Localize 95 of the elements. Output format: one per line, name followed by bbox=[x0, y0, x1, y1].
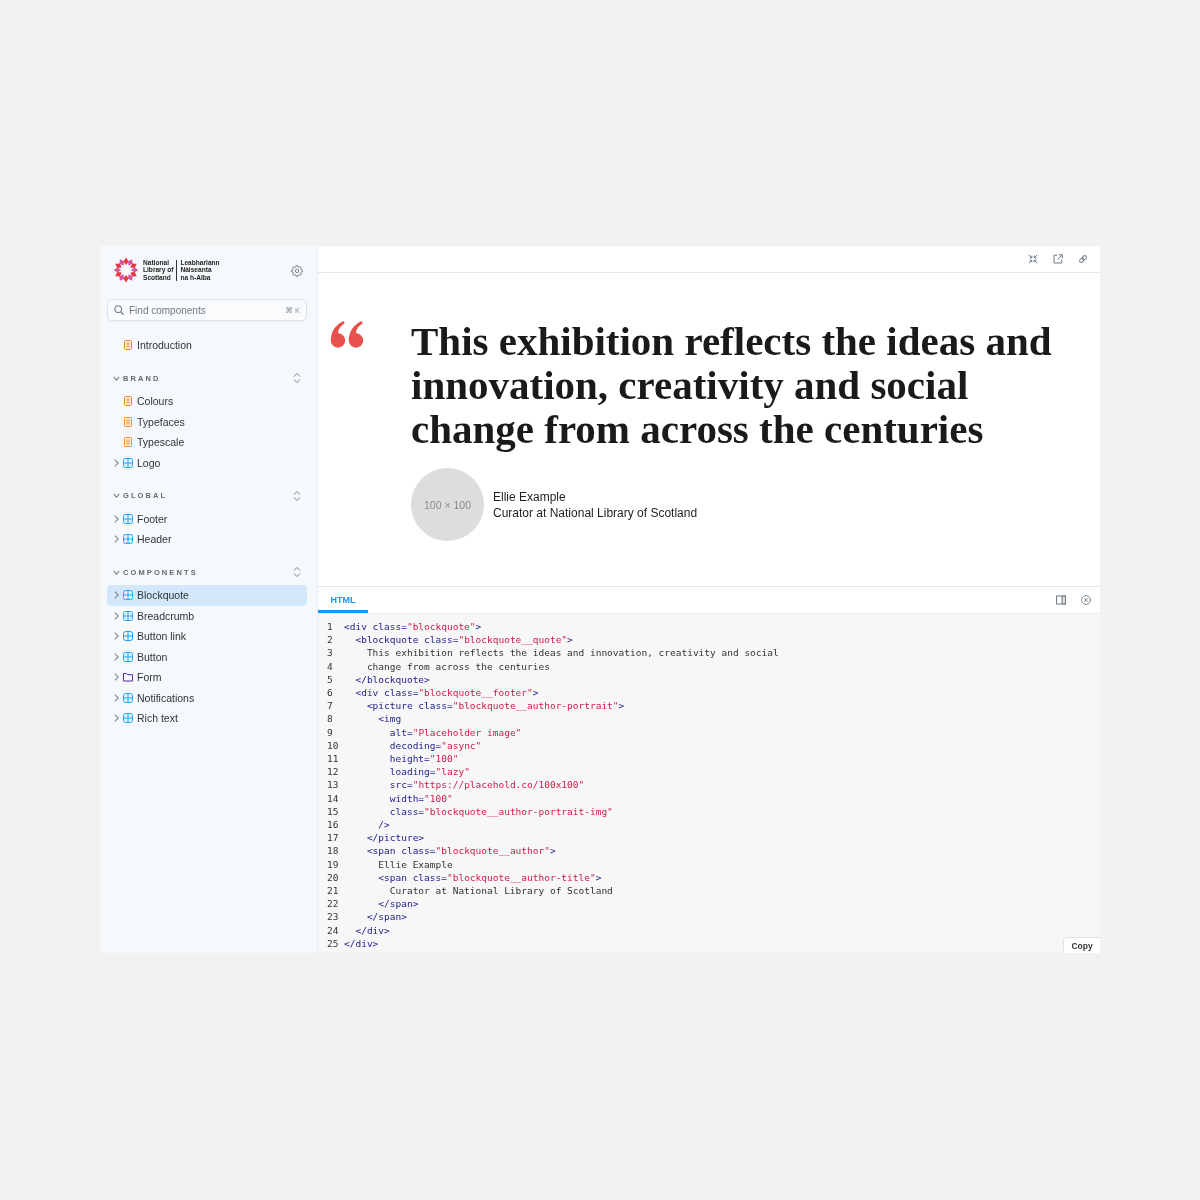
code-line: alt="Placeholder image" bbox=[389, 725, 522, 739]
line-number: 3 bbox=[327, 646, 334, 660]
tree-item[interactable]: Rich text bbox=[107, 708, 307, 729]
tree-item[interactable]: Logo bbox=[107, 452, 307, 473]
expand-collapse-icon[interactable] bbox=[293, 566, 301, 578]
line-number: 16 bbox=[327, 818, 340, 832]
code-line: width="100" bbox=[389, 791, 453, 805]
line-number: 2 bbox=[327, 633, 334, 647]
code-line: <img bbox=[378, 712, 402, 726]
line-number: 24 bbox=[327, 923, 340, 937]
close-icon[interactable] bbox=[1081, 595, 1091, 605]
folder-icon bbox=[123, 672, 133, 683]
code-line: <span class="blockquote__author"> bbox=[366, 844, 556, 858]
line-number: 17 bbox=[327, 831, 340, 845]
line-number: 5 bbox=[327, 672, 334, 686]
line-number: 6 bbox=[327, 686, 334, 700]
line-number: 1 bbox=[327, 620, 334, 634]
code-line: </span> bbox=[378, 897, 419, 911]
code-line: height="100" bbox=[389, 752, 459, 766]
line-number: 18 bbox=[327, 844, 340, 858]
line-number: 14 bbox=[327, 791, 340, 805]
code-line: Ellie Example bbox=[378, 857, 453, 871]
line-number: 13 bbox=[327, 778, 340, 792]
component-icon bbox=[123, 610, 133, 621]
document-icon bbox=[123, 437, 133, 448]
author-name: Ellie Example bbox=[493, 488, 567, 505]
line-number: 7 bbox=[327, 699, 334, 713]
line-number: 11 bbox=[327, 752, 340, 766]
code-line: <blockquote class="blockquote__quote"> bbox=[355, 633, 573, 647]
tree-item[interactable]: Typefaces bbox=[107, 411, 307, 432]
settings-icon[interactable] bbox=[291, 265, 303, 277]
copy-button[interactable]: Copy bbox=[1063, 937, 1100, 953]
code-line: </picture> bbox=[366, 831, 425, 845]
code-line: loading="lazy" bbox=[389, 765, 470, 779]
external-link-icon[interactable] bbox=[1053, 254, 1063, 264]
code-line: change from across the centuries bbox=[366, 659, 550, 673]
code-line: <div class="blockquote__footer"> bbox=[355, 686, 539, 700]
code-line: <picture class="blockquote__author-portrait"> bbox=[366, 699, 625, 713]
placeholder-label: 100 × 100 bbox=[424, 498, 471, 511]
line-number: 8 bbox=[327, 712, 334, 726]
tree-item[interactable]: Typescale bbox=[107, 432, 307, 453]
tree-item[interactable]: Blockquote bbox=[107, 585, 307, 606]
quote-text: This exhibition reflects the ideas and innovation, creativity and social change from across the centuries bbox=[411, 319, 1053, 451]
quote-mark-icon bbox=[330, 320, 364, 348]
tree-item[interactable]: Button bbox=[107, 646, 307, 667]
line-number: 22 bbox=[327, 897, 340, 911]
tree-item[interactable]: Introduction bbox=[107, 335, 307, 356]
tree-item[interactable]: Button link bbox=[107, 626, 307, 647]
document-icon bbox=[123, 340, 133, 351]
logo-icon bbox=[113, 257, 139, 283]
component-icon bbox=[123, 534, 133, 545]
tree-item[interactable]: Footer bbox=[107, 508, 307, 529]
component-icon bbox=[123, 513, 133, 524]
tree-item[interactable]: Form bbox=[107, 667, 307, 688]
code-line: <div class="blockquote"> bbox=[344, 620, 482, 634]
line-number: 4 bbox=[327, 659, 334, 673]
component-icon bbox=[123, 713, 133, 724]
line-number: 20 bbox=[327, 870, 340, 885]
code-line: This exhibition reflects the ideas and innovation, creativity and social bbox=[366, 646, 779, 660]
line-number: 9 bbox=[327, 725, 334, 739]
author-title: Curator at National Library of Scotland bbox=[493, 504, 698, 521]
code-line: </div> bbox=[355, 923, 390, 937]
tree-item[interactable]: Colours bbox=[107, 391, 307, 412]
document-icon bbox=[123, 396, 133, 407]
component-icon bbox=[123, 590, 133, 601]
component-icon bbox=[123, 651, 133, 662]
tree-item[interactable]: Notifications bbox=[107, 687, 307, 708]
line-number: 12 bbox=[327, 765, 340, 779]
component-icon bbox=[123, 631, 133, 642]
line-number: 10 bbox=[327, 738, 340, 753]
code-line: decoding="async" bbox=[389, 738, 482, 753]
component-icon bbox=[123, 457, 133, 468]
tree-item[interactable]: Breadcrumb bbox=[107, 605, 307, 626]
search-icon bbox=[114, 305, 124, 315]
code-line: /> bbox=[378, 818, 390, 832]
code-line: </blockquote> bbox=[355, 672, 430, 686]
code-line: src="https://placehold.co/100x100" bbox=[389, 778, 585, 792]
link-icon[interactable] bbox=[1078, 254, 1088, 264]
panel-toggle-icon[interactable] bbox=[1056, 595, 1066, 605]
code-line: </span> bbox=[366, 910, 407, 924]
line-number: 15 bbox=[327, 804, 340, 819]
fullscreen-icon[interactable] bbox=[1028, 254, 1038, 264]
line-number: 19 bbox=[327, 857, 340, 871]
code-line: </div> bbox=[344, 936, 379, 951]
tree-item[interactable]: Header bbox=[107, 529, 307, 550]
code-line: Curator at National Library of Scotland bbox=[389, 884, 613, 898]
line-number: 23 bbox=[327, 910, 340, 924]
component-icon bbox=[123, 692, 133, 703]
code-line: class="blockquote__author-portrait-img" bbox=[389, 804, 613, 819]
expand-collapse-icon[interactable] bbox=[293, 372, 301, 384]
line-number: 21 bbox=[327, 884, 340, 898]
code-line: <span class="blockquote__author-title"> bbox=[378, 870, 602, 885]
document-icon bbox=[123, 416, 133, 427]
line-number: 25 bbox=[327, 936, 340, 951]
expand-collapse-icon[interactable] bbox=[293, 489, 301, 502]
